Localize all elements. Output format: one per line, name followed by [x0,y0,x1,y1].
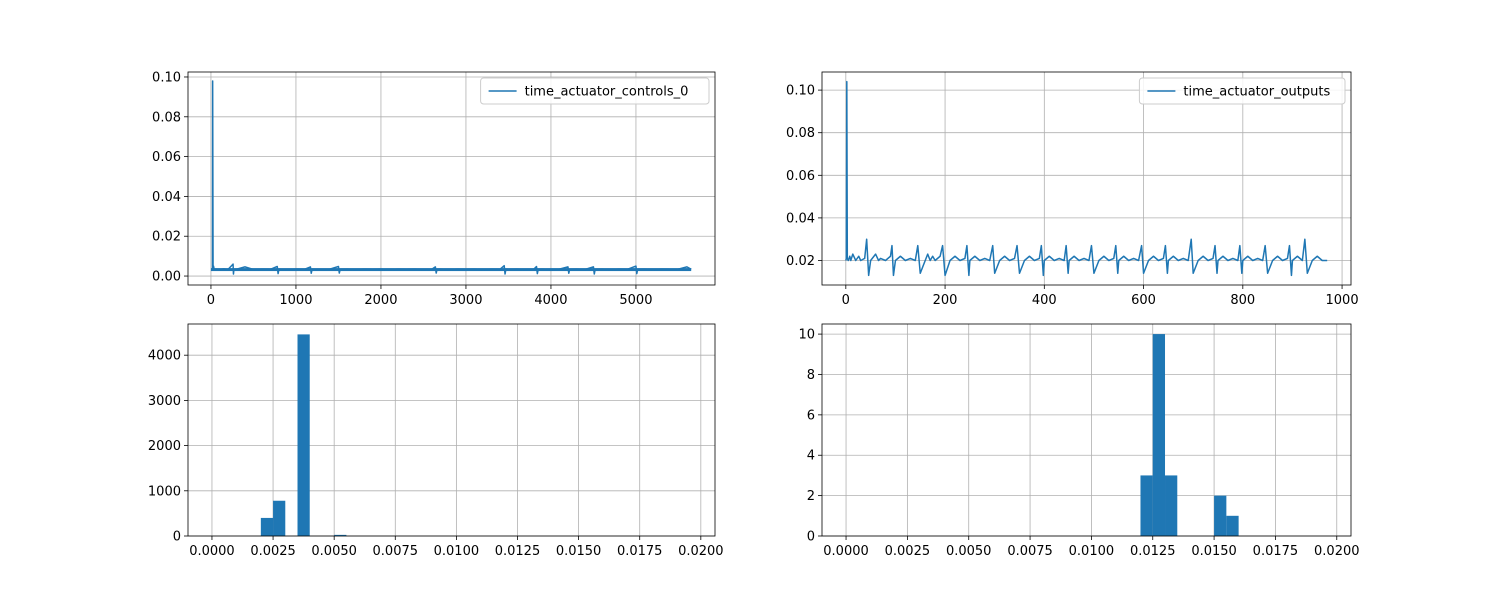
x-tick-label: 0.0075 [1007,544,1053,559]
x-tick-label: 4000 [534,293,567,308]
y-tick-label: 1000 [148,484,181,499]
x-tick-label: 0.0200 [678,544,724,559]
y-tick-label: 0.08 [786,126,815,141]
y-tick-label: 2 [807,489,815,504]
legend: time_actuator_controls_0 [480,77,710,105]
subplot-top-right: 0 200 400 600 800 1000 0.02 0.04 0.06 0.08 0.10 tim… [786,71,1359,308]
legend-label: time_actuator_outputs [1183,85,1330,100]
y-tick-label: 0.04 [152,190,181,205]
x-tick-label: 0.0175 [617,544,663,559]
histogram-bar [273,500,286,536]
subplot-bottom-left: 0.0000 0.0025 0.0050 0.0075 0.0100 0.0125 0.01… [148,323,724,559]
plot-area [845,80,1328,277]
y-tick-label: 0 [173,530,181,545]
x-tick-label: 1000 [1326,293,1359,308]
y-tick-label: 0.06 [786,169,815,184]
x-tick-label: 0.0075 [373,544,419,559]
y-tick-label: 0.04 [786,211,815,226]
x-tick-label: 0.0150 [556,544,602,559]
y-tick-label: 0 [807,530,815,545]
x-tick-label: 1000 [279,293,312,308]
x-tick-label: 400 [1032,293,1057,308]
x-tick-label: 0.0100 [1069,544,1115,559]
x-tick-label: 0.0175 [1253,544,1299,559]
y-tick-label: 8 [807,368,815,383]
y-tick-label: 3000 [148,394,181,409]
y-tick-label: 0.02 [786,254,815,269]
x-tick-label: 0.0125 [495,544,541,559]
x-tick-label: 5000 [619,293,652,308]
histogram-bar [1165,475,1178,536]
axes-frame [187,323,716,537]
x-tick-label: 200 [933,293,958,308]
histogram-bar [1214,495,1227,536]
x-tick-label: 0.0050 [946,544,992,559]
series-line-0 [210,80,692,275]
histogram-bar [1226,515,1239,536]
y-tick-label: 10 [798,328,815,343]
subplot-bottom-right: 0.0000 0.0025 0.0050 0.0075 0.0100 0.0125 0.01… [798,323,1360,559]
plot-area [1140,334,1239,536]
x-tick-label: 600 [1131,293,1156,308]
y-tick-label: 0.10 [152,70,181,85]
plot-area [210,80,692,275]
y-tick-label: 0.00 [152,270,181,285]
y-tick-label: 0.02 [152,230,181,245]
x-tick-label: 0 [842,293,850,308]
x-tick-label: 0.0000 [189,544,235,559]
histogram-bar [260,517,274,536]
x-tick-label: 0 [207,293,215,308]
plot-area [260,334,347,536]
x-tick-label: 800 [1230,293,1255,308]
figure: 0 1000 2000 3000 4000 50000.000.020.040.060.0… [148,70,1360,559]
series-line-0 [845,80,1328,277]
x-tick-label: 3000 [449,293,482,308]
subplot-top-left: 0 1000 2000 3000 4000 5000 0.00 0.02 0.04 0.06 0.0… [152,70,716,308]
histogram-bar [297,334,310,536]
histogram-bar [1152,334,1166,536]
x-tick-label: 0.0100 [434,544,480,559]
legend-label: time_actuator_controls_0 [525,85,689,100]
x-tick-label: 0.0125 [1130,544,1176,559]
y-tick-label: 4 [807,449,815,464]
x-tick-label: 0.0025 [250,544,296,559]
y-tick-label: 0.10 [786,84,815,99]
x-tick-label: 0.0000 [823,544,869,559]
x-tick-label: 0.0025 [885,544,931,559]
y-tick-label: 0.08 [152,110,181,125]
x-tick-label: 0.0050 [311,544,357,559]
axes-frame [821,323,1352,537]
x-tick-label: 0.0150 [1191,544,1237,559]
histogram-bar [1140,475,1153,536]
y-tick-label: 6 [807,408,815,423]
x-tick-label: 0.0200 [1314,544,1360,559]
legend: time_actuator_outputs [1138,77,1346,105]
y-tick-label: 0.06 [152,150,181,165]
y-tick-label: 2000 [148,439,181,454]
x-tick-label: 2000 [364,293,397,308]
y-tick-label: 4000 [148,349,181,364]
